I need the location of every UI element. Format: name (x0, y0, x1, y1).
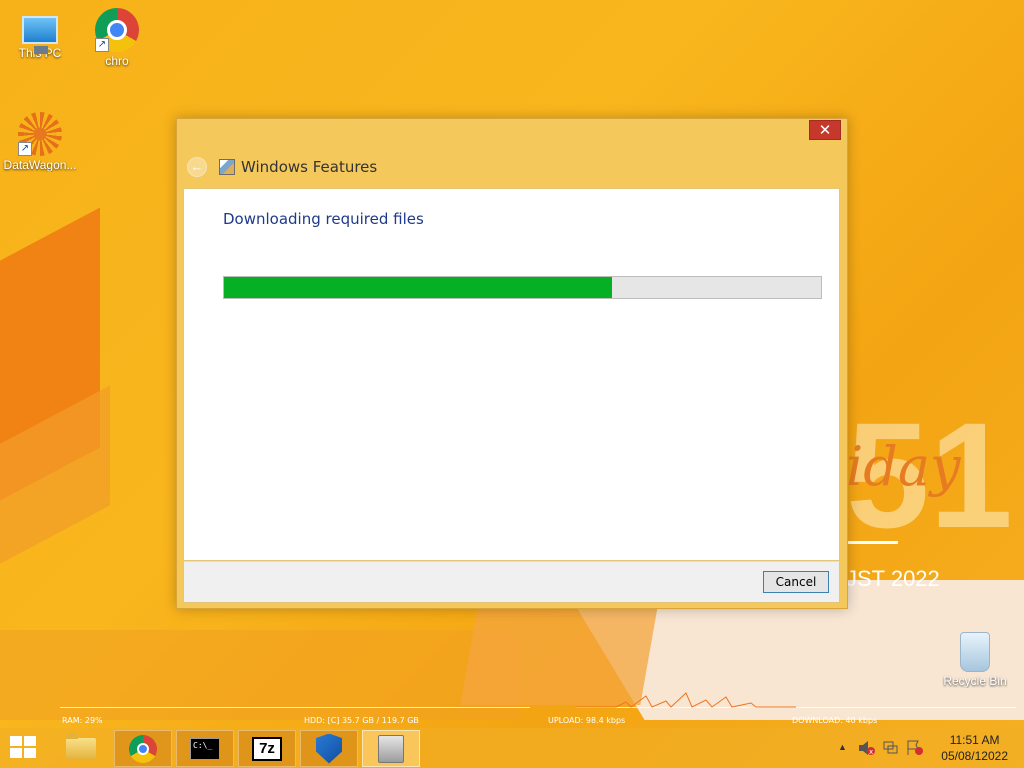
action-center-flag-icon[interactable] (906, 740, 924, 759)
network-sparkline (576, 692, 796, 708)
windows-features-dialog: ✕ ← Windows Features Downloading require… (176, 118, 848, 609)
taskbar-file-explorer[interactable] (52, 730, 110, 767)
terminal-icon: C:\_ (190, 737, 220, 760)
shortcut-arrow-icon: ↗ (95, 38, 109, 52)
widget-month: JST 2022 (846, 566, 940, 591)
windows-features-icon (219, 159, 235, 175)
7zip-icon: 7z (252, 736, 282, 761)
speaker-muted-icon[interactable]: x (858, 740, 876, 759)
progress-fill (224, 277, 613, 298)
taskbar-chrome[interactable] (114, 730, 172, 767)
status-heading: Downloading required files (223, 210, 424, 228)
desktop-icon-label: DataWagon... (3, 158, 77, 172)
taskbar: C:\_ 7z ▲ x 11:51 AM 05/08/12022 (0, 728, 1024, 768)
chrome-icon: ↗ (95, 8, 139, 52)
computer-icon (22, 16, 58, 54)
widget-weekday: iday (846, 435, 961, 498)
meter-divider (60, 707, 530, 708)
dialog-content: Downloading required files (183, 188, 840, 561)
chrome-icon (129, 734, 157, 763)
clock-time: 11:51 AM (949, 733, 1000, 747)
desktop-icon-label: Recycle Bin (943, 674, 1007, 688)
dialog-titlebar: ← Windows Features (187, 155, 377, 179)
folder-icon (66, 732, 96, 760)
taskbar-windows-features[interactable] (362, 730, 420, 767)
desktop-icon-datawagon[interactable]: ↗ DataWagon... (0, 112, 80, 172)
shield-icon (316, 733, 342, 764)
widget-divider (846, 541, 898, 544)
dialog-title: Windows Features (241, 158, 378, 176)
desktop-icon-this-pc[interactable]: This PC (0, 10, 80, 60)
desktop-icon-chrome[interactable]: ↗ chro (77, 8, 157, 68)
windows-features-icon (378, 734, 404, 763)
cancel-button[interactable]: Cancel (763, 571, 829, 593)
desktop-icon-recycle-bin[interactable]: Recycle Bin (935, 632, 1015, 688)
download-progress-bar (223, 276, 822, 299)
tray-overflow-arrow-icon[interactable]: ▲ (838, 742, 847, 752)
dialog-footer: Cancel (183, 561, 840, 603)
svg-text:x: x (869, 748, 873, 756)
start-button[interactable] (10, 736, 38, 760)
ram-meter: RAM: 29% (62, 716, 103, 725)
datawagon-icon: ↗ (18, 112, 62, 156)
shortcut-arrow-icon: ↗ (18, 142, 32, 156)
clock-date: 05/08/12022 (941, 749, 1008, 763)
desktop-icon-label: chro (105, 54, 129, 68)
taskbar-7zip[interactable]: 7z (238, 730, 296, 767)
taskbar-command-prompt[interactable]: C:\_ (176, 730, 234, 767)
hdd-meter: HDD: [C] 35.7 GB / 119.7 GB (304, 716, 419, 725)
taskbar-windows-defender[interactable] (300, 730, 358, 767)
upload-meter: UPLOAD: 98.4 kbps (548, 716, 626, 725)
download-meter: DOWNLOAD: 40 kbps (792, 716, 878, 725)
windows-logo-icon (10, 736, 22, 746)
back-arrow-icon[interactable]: ← (187, 157, 207, 177)
network-icon[interactable] (882, 740, 900, 759)
close-button[interactable]: ✕ (809, 120, 841, 140)
system-clock[interactable]: 11:51 AM 05/08/12022 (941, 732, 1008, 764)
recycle-bin-icon (960, 632, 990, 672)
